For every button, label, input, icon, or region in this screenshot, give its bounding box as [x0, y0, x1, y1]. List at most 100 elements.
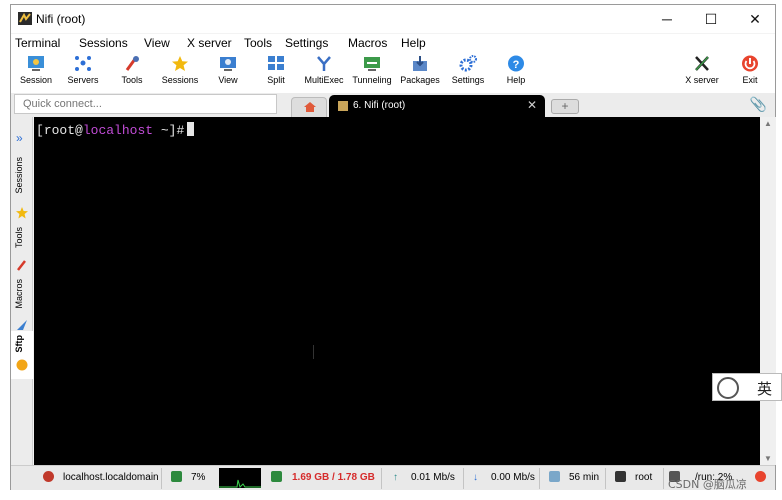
status-upload: 0.01 Mb/s: [411, 472, 455, 483]
cpu-icon: [171, 471, 182, 482]
menu-settings[interactable]: Settings: [285, 36, 328, 50]
home-icon: [304, 102, 316, 112]
help-label: Help: [506, 75, 526, 85]
xserver-icon: [695, 56, 709, 71]
settings-icon: [459, 55, 477, 72]
tools-button[interactable]: Tools: [108, 55, 156, 91]
prompt-bracket: [: [36, 123, 44, 138]
multiexec-label: MultiExec: [304, 75, 344, 85]
upload-icon: ↑: [393, 472, 398, 483]
sftp-icon: [16, 359, 28, 371]
mouse-ibeam-cursor: [313, 345, 316, 359]
minimize-button[interactable]: ─: [645, 5, 689, 33]
host-icon: [43, 471, 54, 482]
settings-button[interactable]: Settings: [444, 55, 492, 91]
servers-icon: [75, 56, 91, 71]
sidebar-label-tools: Tools: [14, 227, 24, 249]
scroll-down-icon[interactable]: ▼: [764, 454, 772, 463]
status-download: 0.00 Mb/s: [491, 472, 535, 483]
tab-close-button[interactable]: ✕: [527, 98, 537, 112]
status-user: root: [635, 472, 653, 483]
ime-indicator[interactable]: 英: [712, 373, 782, 401]
terminal-prompt-line: [root@localhost ~]#: [36, 122, 195, 138]
menu-terminal[interactable]: Terminal: [15, 36, 60, 50]
collapse-sidebar-icon[interactable]: »: [16, 131, 23, 145]
terminal-cursor: [187, 122, 195, 136]
session-button[interactable]: Session: [12, 55, 60, 91]
split-icon: [268, 56, 284, 70]
help-icon: ?: [508, 55, 524, 72]
disconnect-icon[interactable]: [755, 471, 766, 482]
menu-help[interactable]: Help: [401, 36, 426, 50]
prompt-path: ~]#: [153, 123, 185, 138]
prompt-user: root: [43, 123, 76, 138]
session-label: Session: [19, 75, 53, 85]
status-memory: 1.69 GB / 1.78 GB: [292, 472, 375, 483]
download-icon: ↓: [473, 472, 478, 483]
multiexec-button[interactable]: MultiExec: [300, 55, 348, 91]
prompt-at: @: [75, 123, 83, 138]
status-separator: [539, 468, 540, 489]
exit-label: Exit: [742, 75, 758, 85]
session-icon: [28, 56, 44, 71]
status-bar: localhost.localdomain 7% 1.69 GB / 1.78 …: [11, 465, 775, 490]
window-title: Nifi (root): [36, 12, 86, 26]
menu-xserver[interactable]: X server: [187, 36, 232, 50]
menu-sessions[interactable]: Sessions: [79, 36, 128, 50]
status-separator: [463, 468, 464, 489]
terminal-area[interactable]: [root@localhost ~]#: [34, 117, 760, 465]
svg-text:?: ?: [513, 59, 520, 71]
maximize-button[interactable]: ☐: [689, 5, 733, 33]
tunneling-button[interactable]: Tunneling: [348, 55, 396, 91]
exit-icon: [742, 55, 758, 72]
servers-button[interactable]: Servers: [59, 55, 107, 91]
star-icon: [16, 207, 28, 219]
sidebar-label-macros: Macros: [14, 279, 24, 309]
close-button[interactable]: ✕: [733, 5, 777, 33]
packages-button[interactable]: Packages: [396, 55, 444, 91]
ime-language: 英: [757, 380, 773, 398]
terminal-scrollbar[interactable]: ▲ ▼: [760, 117, 776, 465]
cpu-graph-line: [219, 479, 261, 488]
status-uptime: 56 min: [569, 472, 600, 483]
status-separator: [605, 468, 606, 489]
user-icon: [615, 471, 626, 482]
sidebar-label-sessions: Sessions: [14, 157, 24, 194]
tunneling-label: Tunneling: [352, 75, 392, 85]
view-label: View: [218, 75, 238, 85]
packages-icon: [413, 56, 427, 71]
memory-icon: [271, 471, 282, 482]
view-button[interactable]: View: [204, 55, 252, 91]
scroll-up-icon[interactable]: ▲: [764, 119, 772, 128]
split-label: Split: [267, 75, 285, 85]
view-icon: [220, 57, 236, 71]
home-tab[interactable]: [291, 97, 327, 117]
toolbar: Session Servers Tools Sessions View Spli…: [11, 53, 775, 93]
app-icon: [18, 12, 32, 25]
tools-label: Tools: [121, 75, 143, 85]
xserver-button[interactable]: X server: [678, 55, 726, 91]
status-host: localhost.localdomain: [63, 472, 159, 483]
menu-tools[interactable]: Tools: [244, 36, 272, 50]
cpu-graph: [219, 468, 261, 488]
menu-view[interactable]: View: [144, 36, 170, 50]
sessions-button[interactable]: Sessions: [156, 55, 204, 91]
xserver-label: X server: [685, 75, 719, 85]
exit-button[interactable]: Exit: [726, 55, 774, 91]
sidebar-item-sftp[interactable]: Sftp: [11, 331, 33, 379]
settings-label: Settings: [451, 75, 485, 85]
quick-connect-input[interactable]: [14, 94, 277, 114]
sidebar-label-sftp: Sftp: [14, 335, 24, 353]
sessions-star-icon: [172, 56, 188, 71]
session-tab-active[interactable]: 6. Nifi (root) ✕: [329, 95, 545, 117]
menu-macros[interactable]: Macros: [348, 36, 387, 50]
title-bar: Nifi (root) ─ ☐ ✕: [11, 5, 775, 33]
menu-bar: Terminal Sessions View X server Tools Se…: [11, 34, 775, 53]
attach-icon[interactable]: 📎: [750, 96, 767, 113]
multiexec-icon: [317, 56, 331, 71]
help-button[interactable]: ? Help: [492, 55, 540, 91]
split-button[interactable]: Split: [252, 55, 300, 91]
tab-row: 6. Nifi (root) ✕ + 📎: [11, 93, 775, 117]
uptime-icon: [549, 471, 560, 482]
new-tab-button[interactable]: +: [551, 99, 579, 114]
